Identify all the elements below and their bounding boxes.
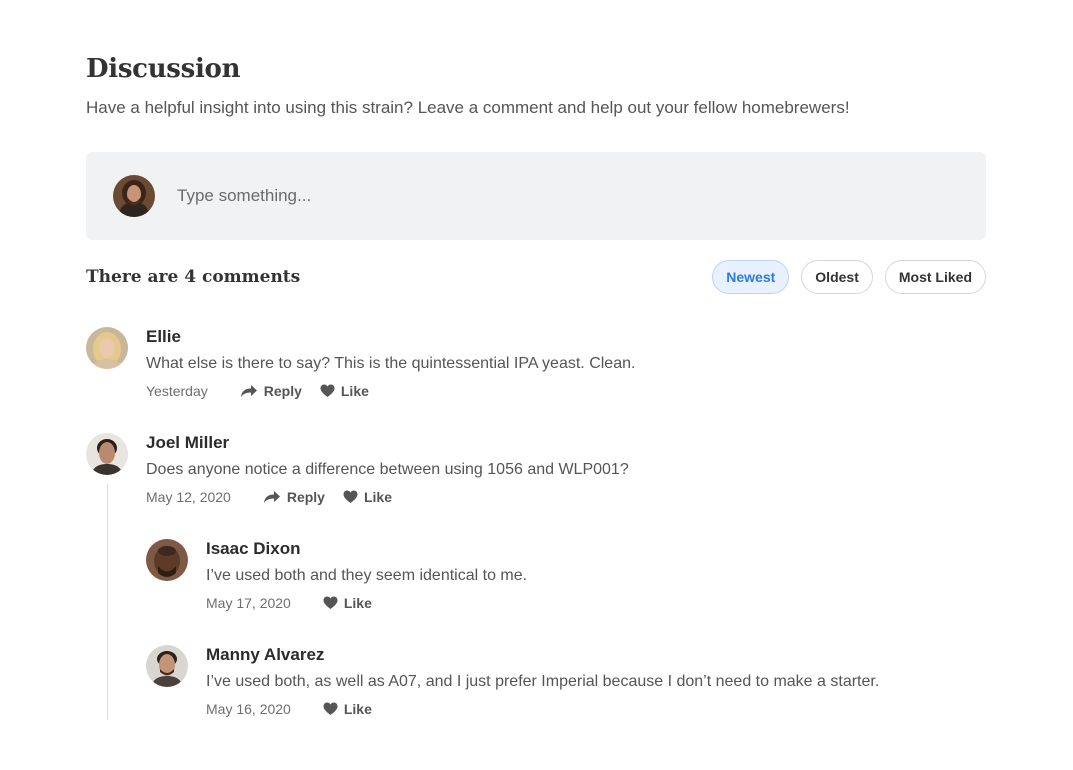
comment-date: Yesterday [146,383,208,399]
heart-icon [323,702,338,715]
comments-toolbar: There are 4 comments Newest Oldest Most … [86,260,986,294]
comment-text: I’ve used both, as well as A07, and I ju… [206,673,880,690]
comment-date: May 12, 2020 [146,489,231,505]
like-button[interactable]: Like [323,593,372,613]
comment-date: May 17, 2020 [206,595,291,611]
discussion-section: Discussion Have a helpful insight into u… [86,54,986,294]
user-avatar [113,175,155,217]
reply-button[interactable]: Reply [263,487,325,507]
sort-most-liked-button[interactable]: Most Liked [884,260,986,294]
comment-text: Does anyone notice a difference between … [146,461,629,478]
like-button[interactable]: Like [343,487,392,507]
like-button[interactable]: Like [323,699,372,719]
comment-input[interactable] [177,186,877,206]
heart-icon [323,596,338,609]
comment-author[interactable]: Manny Alvarez [206,645,879,665]
reply-label: Reply [263,383,302,399]
comment-text: I’ve used both and they seem identical t… [206,567,528,584]
comment-item: Joel Miller Does anyone notice a differe… [86,433,629,507]
like-label: Like [343,595,372,611]
comment-author[interactable]: Ellie [146,327,635,347]
page-title: Discussion [86,54,241,84]
reply-item: Isaac Dixon I’ve used both and they seem… [146,539,527,613]
reply-thread-line [107,484,108,720]
avatar [86,327,128,369]
comment-date: May 16, 2020 [206,701,291,717]
sort-newest-button[interactable]: Newest [712,260,790,294]
like-label: Like [343,701,372,717]
reply-label: Reply [286,489,325,505]
comment-item: Ellie What else is there to say? This is… [86,327,635,401]
avatar [146,539,188,581]
comment-composer [86,152,986,240]
comment-count: There are 4 comments [86,267,301,287]
comment-author[interactable]: Joel Miller [146,433,629,453]
reply-arrow-icon [240,385,257,397]
comment-text: What else is there to say? This is the q… [146,355,636,372]
reply-item: Manny Alvarez I’ve used both, as well as… [146,645,879,719]
page-subtitle: Have a helpful insight into using this s… [86,98,850,117]
reply-button[interactable]: Reply [240,381,302,401]
reply-arrow-icon [263,491,280,503]
like-button[interactable]: Like [320,381,369,401]
heart-icon [320,384,335,397]
sort-options: Newest Oldest Most Liked [712,260,986,294]
like-label: Like [363,489,392,505]
sort-oldest-button[interactable]: Oldest [801,260,873,294]
comment-author[interactable]: Isaac Dixon [206,539,527,559]
avatar [86,433,128,475]
like-label: Like [340,383,369,399]
heart-icon [343,490,358,503]
avatar [146,645,188,687]
